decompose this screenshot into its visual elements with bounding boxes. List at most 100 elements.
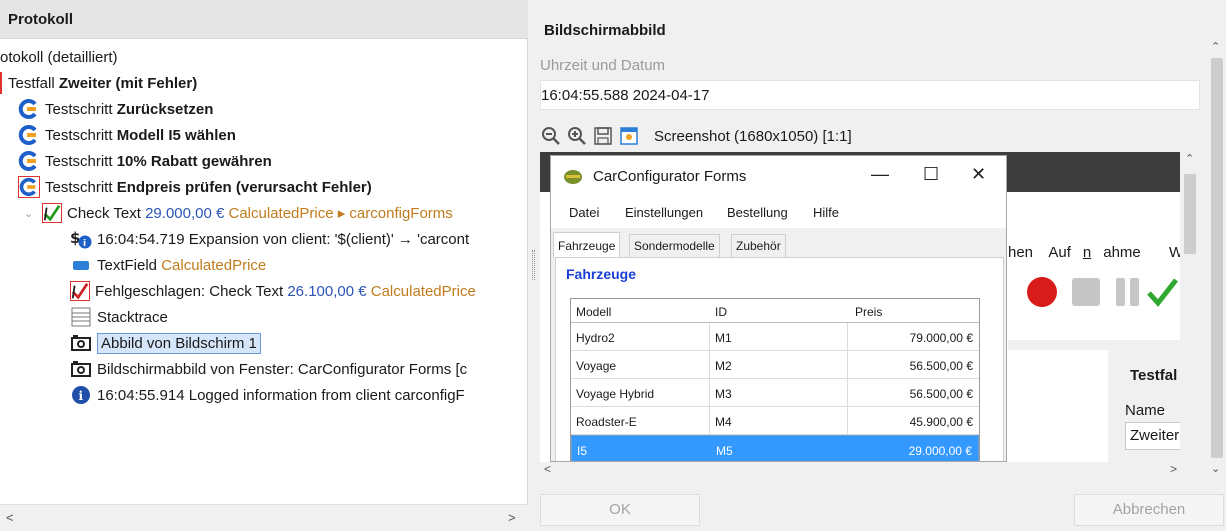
svg-text:i: i <box>79 389 84 403</box>
tree-item-label: Bildschirmabbild von Fenster: CarConfigu… <box>97 360 468 378</box>
scrollbar-thumb[interactable] <box>1211 58 1223 458</box>
maximize-icon: ☐ <box>923 164 940 184</box>
scrollbar-thumb[interactable] <box>1184 174 1196 254</box>
window-screenshot-icon[interactable] <box>618 125 640 147</box>
pane-splitter[interactable] <box>528 0 540 531</box>
name-value: Zweiter <box>1125 422 1185 450</box>
column-header-preis: Preis <box>855 305 883 319</box>
info-icon: i <box>70 384 92 406</box>
scroll-right-icon[interactable]: > <box>508 510 516 525</box>
menu-aufnahme: Auf n ahme <box>1048 244 1152 261</box>
check-icon <box>1147 278 1178 307</box>
tree-item-label: 16:04:55.914 Logged information from cli… <box>97 386 465 404</box>
tree-item-check-text[interactable]: ⌄ Check Text 29.000,00 € CalculatedPrice… <box>24 200 453 226</box>
testschritt-icon <box>18 150 40 172</box>
cell-modell: Roadster-E <box>576 415 637 429</box>
cancel-button[interactable]: Abbrechen <box>1074 494 1224 526</box>
save-icon[interactable] <box>592 125 614 147</box>
tree-item-label: Testschritt <box>45 152 117 170</box>
tree-item-expansion[interactable]: $ i 16:04:54.719 Expansion von client: '$… <box>70 226 469 252</box>
horizontal-scrollbar[interactable]: < > <box>0 504 528 531</box>
scroll-down-icon[interactable]: ⌄ <box>1211 462 1220 475</box>
table-header: Modell ID Preis <box>571 299 979 323</box>
camera-icon <box>70 332 92 354</box>
textfield-icon <box>70 254 92 276</box>
menu-fragment: hen <box>1008 244 1034 261</box>
failed-value: 26.100,00 € <box>287 282 367 300</box>
ok-button[interactable]: OK <box>540 494 700 526</box>
tree-item-textfield[interactable]: TextField CalculatedPrice <box>70 252 266 278</box>
scroll-left-icon[interactable]: < <box>6 510 14 525</box>
fahrzeuge-table: Modell ID Preis Hydro2 M1 79.000,00 € Vo… <box>570 298 980 461</box>
tree-item-protokoll-root[interactable]: otokoll (detailliert) <box>0 44 118 70</box>
column-header-id: ID <box>715 305 727 319</box>
cell-modell: I5 <box>577 444 588 458</box>
scroll-up-icon[interactable]: ⌃ <box>1211 40 1220 53</box>
zoom-out-icon[interactable] <box>540 125 562 147</box>
cell-preis: 29.000,00 € <box>908 444 972 458</box>
check-target: CalculatedPrice ▸ carconfigForms <box>224 205 453 222</box>
tree-item-abbild-bildschirm[interactable]: Abbild von Bildschirm 1 <box>70 330 261 356</box>
protokoll-header: Protokoll <box>0 0 528 39</box>
cell-modell: Voyage Hybrid <box>576 387 655 401</box>
tree-item-info[interactable]: i 16:04:55.914 Logged information from c… <box>70 382 465 408</box>
zoom-in-icon[interactable] <box>566 125 588 147</box>
tree-item-fehlgeschlagen[interactable]: Fehlgeschlagen: Check Text 26.100,00 € C… <box>70 278 476 304</box>
table-row: Voyage Hybrid M3 56.500,00 € <box>571 379 979 407</box>
scroll-left-icon[interactable]: < <box>544 462 551 476</box>
tree-item-testschritt-modell[interactable]: Testschritt Modell I5 wählen <box>18 122 236 148</box>
vertical-scrollbar[interactable]: ⌃ ⌄ <box>1207 40 1226 480</box>
menu-einstellungen: Einstellungen <box>625 205 704 220</box>
close-icon: ✕ <box>971 164 987 184</box>
variable-expansion-icon: $ i <box>70 228 92 250</box>
protokoll-window: Protokoll otokoll (detailliert) Testfall… <box>0 0 1226 531</box>
background-menu: hen Aufnahme Wied <box>1008 244 1200 261</box>
screenshot-vertical-scrollbar[interactable]: ⌃ <box>1180 152 1200 462</box>
screenshot-toolbar: Screenshot (1680x1050) [1:1] <box>540 123 852 149</box>
tree-item-stacktrace[interactable]: Stacktrace <box>70 304 168 330</box>
car-app-icon <box>564 170 582 184</box>
detail-pane: Bildschirmabbild Uhrzeit und Datum 16:04… <box>540 0 1226 531</box>
tree-item-name: Zurücksetzen <box>116 100 214 118</box>
table-row-selected: I5 M5 29.000,00 € <box>571 435 979 461</box>
minimize-icon: — <box>871 164 889 184</box>
cell-preis: 45.900,00 € <box>909 415 973 429</box>
tree-item-label: Check Text <box>67 204 146 222</box>
time-field[interactable]: 16:04:55.588 2024-04-17 <box>540 80 1200 110</box>
carconfigurator-window: CarConfigurator Forms — ☐ ✕ Datei Einste… <box>550 155 1007 462</box>
tree-item-bildschirmabbild-fenster[interactable]: Bildschirmabbild von Fenster: CarConfigu… <box>70 356 467 382</box>
tab-sondermodelle: Sondermodelle <box>629 234 720 258</box>
column-header-modell: Modell <box>576 305 612 319</box>
tree-item-label: Testfall <box>8 74 59 92</box>
stacktrace-icon <box>70 306 92 328</box>
splitter-grip-icon <box>532 250 535 280</box>
cell-id: M5 <box>716 444 733 458</box>
tree-item-name: 10% Rabatt gewähren <box>116 152 272 170</box>
menu-mnemonic: n <box>1082 244 1092 261</box>
menu-part: ahme <box>1103 244 1141 261</box>
tree-item-testfall[interactable]: Testfall Zweiter (mit Fehler) <box>0 70 197 96</box>
scroll-right-icon[interactable]: > <box>1170 462 1177 476</box>
screenshot-horizontal-scrollbar[interactable]: < > <box>540 462 1200 478</box>
textfield-target: CalculatedPrice <box>161 256 267 274</box>
tab-content: Fahrzeuge Modell ID Preis Hydro2 M1 79.0 <box>555 257 1004 461</box>
testschritt-icon <box>18 124 40 146</box>
tree-item-label: Fehlgeschlagen: Check Text <box>95 282 288 300</box>
tree-item-testschritt-endpreis[interactable]: Testschritt Endpreis prüfen (verursacht … <box>18 174 372 200</box>
testschritt-error-icon <box>18 176 40 198</box>
tree-item-label: TextField <box>97 256 162 274</box>
svg-text:$: $ <box>70 229 80 247</box>
camera-icon <box>70 358 92 380</box>
tree-item-testschritt-rabatt[interactable]: Testschritt 10% Rabatt gewähren <box>18 148 272 174</box>
protokoll-tree[interactable]: otokoll (detailliert) Testfall Zweiter (… <box>0 44 528 500</box>
check-failed-icon <box>70 281 90 301</box>
screenshot-image: hen Aufnahme Wied Testfal Name Zweiter C… <box>540 152 1200 478</box>
tree-item-testschritt-zuruecksetzen[interactable]: Testschritt Zurücksetzen <box>18 96 213 122</box>
table-row: Roadster-E M4 45.900,00 € <box>571 407 979 435</box>
tree-item-name: Modell I5 wählen <box>116 126 236 144</box>
scroll-up-icon[interactable]: ⌃ <box>1185 152 1194 165</box>
chevron-down-icon[interactable]: ⌄ <box>24 207 42 220</box>
fahrzeuge-heading: Fahrzeuge <box>566 266 637 282</box>
table-row: Hydro2 M1 79.000,00 € <box>571 323 979 351</box>
name-label: Name <box>1125 402 1166 419</box>
